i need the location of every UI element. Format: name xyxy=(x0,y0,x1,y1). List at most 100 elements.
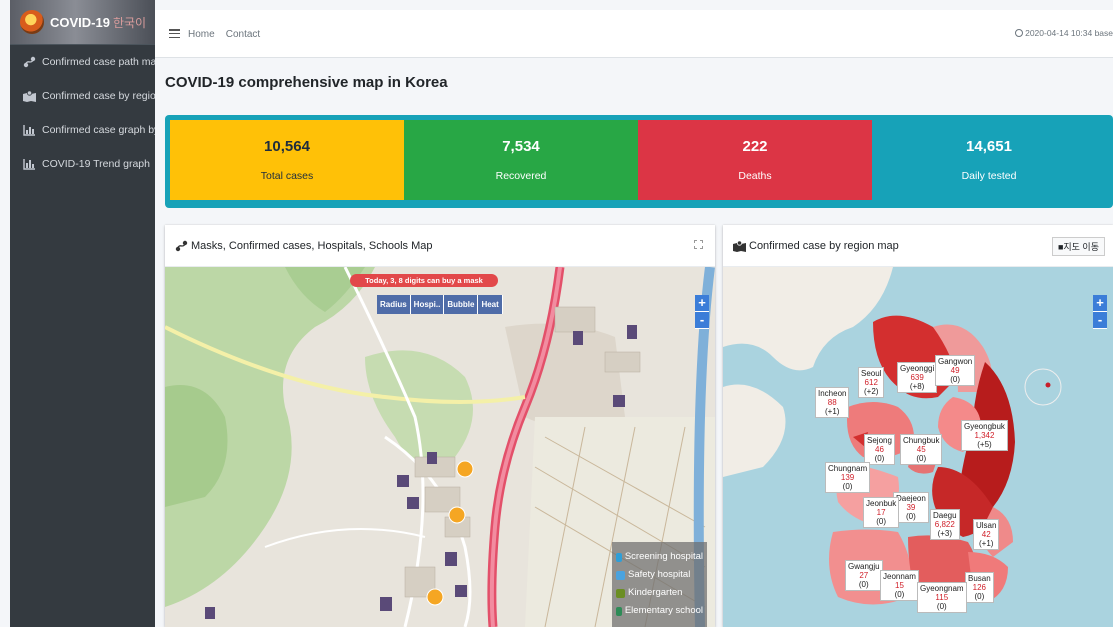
map-legend: Screening hospital Safety hospital Kinde… xyxy=(612,542,707,627)
region-label-sejong: Sejong 46 (0) xyxy=(864,434,895,465)
region-name: Gyeonggi xyxy=(900,364,935,373)
masks-map-card: Masks, Confirmed cases, Hospitals, Schoo… xyxy=(165,225,715,627)
region-label-daegu: Daegu 6,822 (+3) xyxy=(930,509,960,540)
stat-label: Daily tested xyxy=(961,170,1017,182)
region-label-gwangju: Gwangju 27 (0) xyxy=(845,560,883,591)
region-value: 17 xyxy=(876,508,886,517)
brand-title: COVID-19 xyxy=(50,14,110,30)
zoom-out-button[interactable]: - xyxy=(1093,312,1107,329)
region-value: 115 xyxy=(935,593,949,602)
region-name: Daejeon xyxy=(896,494,926,503)
top-nav: Home Contact xyxy=(188,28,268,40)
kindergarten-icon xyxy=(616,588,625,598)
expand-icon[interactable] xyxy=(694,240,703,249)
zoom-controls: + - xyxy=(695,295,709,329)
stat-value: 14,651 xyxy=(966,138,1012,155)
region-label-incheon: Incheon 88 (+1) xyxy=(815,387,850,418)
nav-contact-link[interactable]: Contact xyxy=(226,29,260,40)
region-value: 42 xyxy=(981,530,991,539)
region-value: 6,822 xyxy=(934,520,955,529)
region-name: Gyeongbuk xyxy=(964,422,1005,431)
mask-notice-banner: Today, 3, 8 digits can buy a mask xyxy=(350,274,498,287)
region-value: 139 xyxy=(840,473,855,482)
stat-value: 7,534 xyxy=(502,138,540,155)
region-name: Daegu xyxy=(933,511,957,520)
region-name: Jeonbuk xyxy=(866,499,897,508)
route-icon xyxy=(22,56,36,68)
zoom-in-button[interactable]: + xyxy=(1093,295,1107,312)
region-label-chungnam: Chungnam 139 (0) xyxy=(825,462,871,493)
bubble-mode-button[interactable]: Bubble xyxy=(444,295,479,314)
stat-value: 222 xyxy=(742,138,768,155)
stat-value: 10,564 xyxy=(264,138,310,155)
region-label-chungbuk: Chungbuk 45 (0) xyxy=(900,434,943,465)
stat-recovered: 7,534 Recovered xyxy=(404,120,638,200)
legend-label: Elementary school xyxy=(624,605,703,616)
region-value: 27 xyxy=(859,571,869,580)
region-value: 49 xyxy=(950,366,960,375)
stat-label: Total cases xyxy=(260,170,314,182)
region-name: Jeonnam xyxy=(883,572,916,581)
sidebar-item-region-map[interactable]: Confirmed case by region m xyxy=(10,79,155,113)
heat-mode-button[interactable]: Heat xyxy=(478,295,503,314)
timestamp-text: 2020-04-14 10:34 base xyxy=(1025,28,1113,38)
stat-daily-tested: 14,651 Daily tested xyxy=(872,120,1106,200)
zoom-in-button[interactable]: + xyxy=(695,295,709,312)
region-value: 126 xyxy=(972,583,987,592)
region-change: (+1) xyxy=(825,407,840,416)
brand[interactable]: COVID-19 한국이 xyxy=(10,0,155,45)
region-value: 45 xyxy=(916,445,926,454)
region-change: (0) xyxy=(906,512,916,521)
sidebar-item-path-map[interactable]: Confirmed case path map xyxy=(10,45,155,79)
legend-item: Elementary school xyxy=(616,602,703,620)
region-change: (0) xyxy=(974,592,985,601)
card-header: Confirmed case by region map ■지도 이동 xyxy=(723,225,1113,267)
card-title: Masks, Confirmed cases, Hospitals, Schoo… xyxy=(191,239,433,252)
brand-subtitle: 한국이 xyxy=(112,15,147,30)
region-map[interactable]: + - Seoul 612 (+2) Gyeonggi 639 (+8) Gangwon… xyxy=(723,267,1113,627)
region-name: Sejong xyxy=(867,436,892,445)
stat-label: Deaths xyxy=(738,170,772,182)
region-name: Seoul xyxy=(861,369,882,378)
legend-label: Screening hospital xyxy=(624,551,703,562)
region-name: Gyeongnam xyxy=(920,584,964,593)
nav-home-link[interactable]: Home xyxy=(188,29,215,40)
region-label-jeonnam: Jeonnam 15 (0) xyxy=(880,570,919,601)
hospital-icon xyxy=(616,552,622,562)
hospital-mode-button[interactable]: Hospi.. xyxy=(410,295,445,314)
stat-total-cases: 10,564 Total cases xyxy=(170,120,404,200)
hamburger-menu-icon[interactable] xyxy=(169,29,180,38)
region-name: Gangwon xyxy=(938,357,973,366)
zoom-controls: + - xyxy=(1093,295,1107,329)
clock-icon xyxy=(1015,29,1024,37)
region-value: 88 xyxy=(827,398,837,407)
region-change: (+8) xyxy=(909,382,925,391)
region-map-card: Confirmed case by region map ■지도 이동 + - … xyxy=(723,225,1113,627)
region-label-gyeongnam: Gyeongnam 115 (0) xyxy=(917,582,967,613)
region-label-gyeongbuk: Gyeongbuk 1,342 (+5) xyxy=(961,420,1008,451)
update-timestamp: 2020-04-14 10:34 base xyxy=(1015,28,1113,38)
card-title: Confirmed case by region map xyxy=(749,239,899,252)
radius-mode-button[interactable]: Radius xyxy=(377,295,411,314)
page-title: COVID-19 comprehensive map in Korea xyxy=(165,74,448,91)
map-move-button[interactable]: ■지도 이동 xyxy=(1051,237,1105,256)
sidebar-item-label: COVID-19 Trend graph xyxy=(42,158,150,170)
stats-panel: 10,564 Total cases 7,534 Recovered 222 D… xyxy=(165,115,1113,208)
street-map[interactable]: Today, 3, 8 digits can buy a mask Radius… xyxy=(165,266,715,627)
virus-logo-icon xyxy=(20,10,44,34)
region-name: Gwangju xyxy=(848,562,880,571)
sidebar-item-label: Confirmed case path map xyxy=(42,56,155,68)
region-change: (0) xyxy=(858,580,869,589)
chart-area-icon xyxy=(22,124,36,136)
region-name: Busan xyxy=(968,574,991,583)
top-navbar: Home Contact 2020-04-14 10:34 base xyxy=(155,10,1113,58)
card-header: Masks, Confirmed cases, Hospitals, Schoo… xyxy=(165,225,715,267)
sidebar-item-trend-graph[interactable]: COVID-19 Trend graph xyxy=(10,147,155,181)
sidebar-item-region-graph[interactable]: Confirmed case graph by reg xyxy=(10,113,155,147)
region-label-seoul: Seoul 612 (+2) xyxy=(858,367,885,398)
zoom-out-button[interactable]: - xyxy=(695,312,709,329)
region-change: (0) xyxy=(950,375,961,384)
legend-item: Safety hospital xyxy=(616,566,703,584)
region-value: 46 xyxy=(875,445,884,454)
region-change: (+3) xyxy=(937,529,953,538)
